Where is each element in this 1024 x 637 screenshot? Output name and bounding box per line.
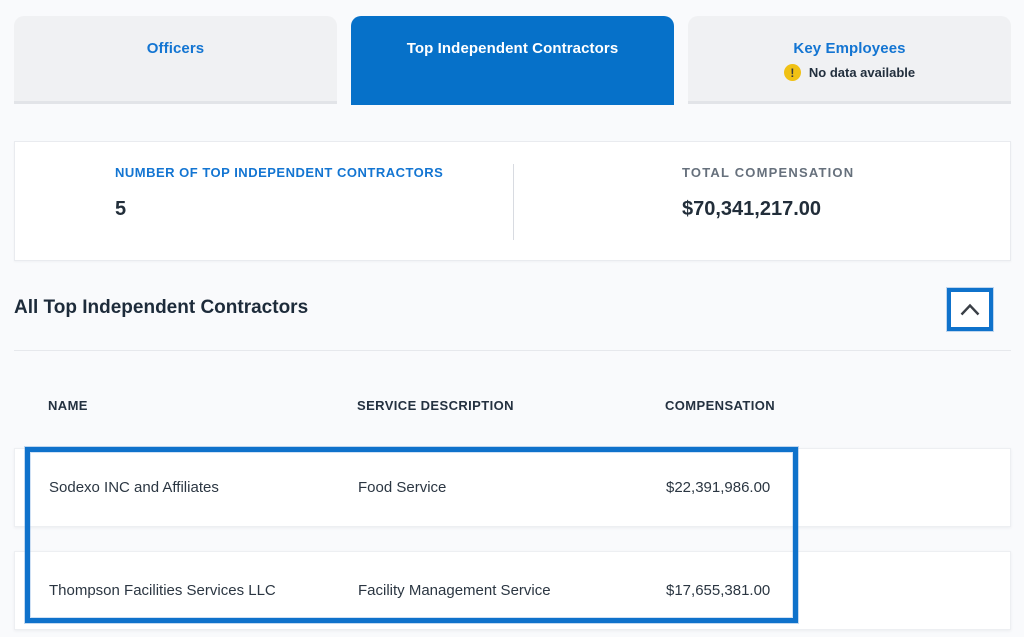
- tab-top-independent-contractors-label: Top Independent Contractors: [407, 40, 619, 57]
- table-row: Thompson Facilities Services LLC Facilit…: [14, 551, 1011, 630]
- summary-count-cell: NUMBER OF TOP INDEPENDENT CONTRACTORS 5: [15, 142, 513, 260]
- highlight-annotation-button: [947, 288, 993, 331]
- table-header-row: NAME SERVICE DESCRIPTION COMPENSATION: [14, 398, 1011, 413]
- summary-total-value: $70,341,217.00: [682, 198, 1010, 221]
- summary-card: NUMBER OF TOP INDEPENDENT CONTRACTORS 5 …: [14, 141, 1011, 261]
- table-row: Sodexo INC and Affiliates Food Service $…: [14, 448, 1011, 527]
- cell-compensation: $17,655,381.00: [666, 582, 1010, 599]
- column-header-name: NAME: [48, 398, 357, 413]
- cell-name: Sodexo INC and Affiliates: [49, 479, 358, 496]
- cell-compensation: $22,391,986.00: [666, 479, 1010, 496]
- tab-top-independent-contractors[interactable]: Top Independent Contractors: [351, 16, 674, 105]
- contractors-page: { "colors": { "active_tab_blue": "#0671c…: [0, 0, 1024, 637]
- summary-total-cell: TOTAL COMPENSATION $70,341,217.00: [513, 142, 1010, 260]
- column-header-compensation: COMPENSATION: [665, 398, 1011, 413]
- tab-key-employees-label: Key Employees: [793, 40, 905, 57]
- tab-bar: Officers Top Independent Contractors Key…: [14, 16, 1011, 105]
- summary-total-label: TOTAL COMPENSATION: [682, 165, 1010, 180]
- cell-service-description: Facility Management Service: [358, 582, 666, 599]
- summary-count-label: NUMBER OF TOP INDEPENDENT CONTRACTORS: [115, 165, 513, 180]
- chevron-up-icon: [959, 303, 981, 316]
- column-header-service-description: SERVICE DESCRIPTION: [357, 398, 665, 413]
- section-divider: [14, 350, 1011, 351]
- tab-officers[interactable]: Officers: [14, 16, 337, 104]
- section-title: All Top Independent Contractors: [14, 297, 308, 319]
- warning-icon: !: [784, 64, 801, 81]
- tab-key-employees[interactable]: Key Employees ! No data available: [688, 16, 1011, 104]
- cell-name: Thompson Facilities Services LLC: [49, 582, 358, 599]
- cell-service-description: Food Service: [358, 479, 666, 496]
- no-data-status-text: No data available: [809, 65, 915, 80]
- collapse-button[interactable]: [951, 292, 989, 327]
- summary-count-value: 5: [115, 198, 513, 221]
- no-data-status: ! No data available: [784, 64, 915, 81]
- tab-officers-label: Officers: [147, 40, 205, 57]
